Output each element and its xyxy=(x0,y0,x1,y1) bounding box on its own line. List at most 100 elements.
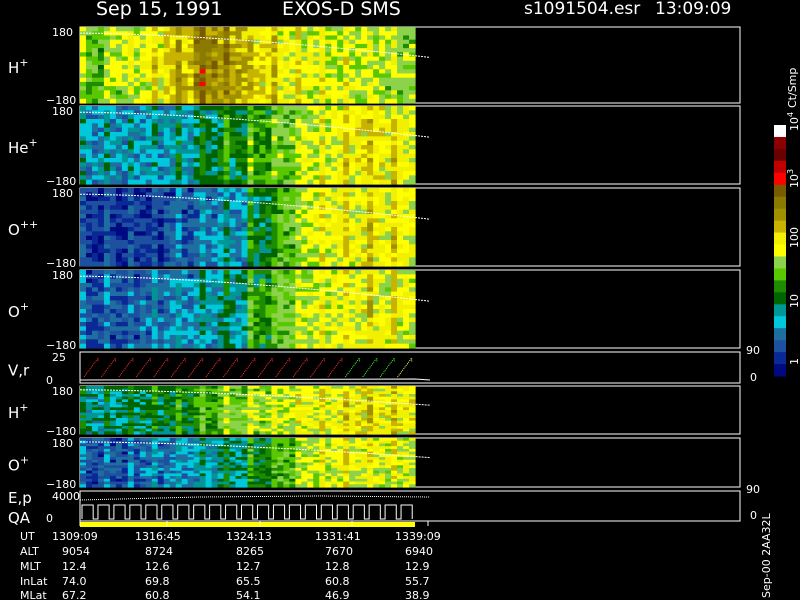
spectrogram-cell xyxy=(403,253,410,258)
spectrogram-cell xyxy=(151,188,159,193)
spectrogram-cell xyxy=(343,304,350,310)
spectrogram-cell xyxy=(199,39,207,45)
spectrogram-cell xyxy=(367,56,374,62)
spectrogram-cell xyxy=(367,244,374,250)
spectrogram-cell xyxy=(289,322,296,327)
spectrogram-cell xyxy=(145,270,153,275)
spectrogram-cell xyxy=(403,309,410,314)
spectrogram-cell xyxy=(241,114,249,120)
spectrogram-cell xyxy=(199,205,207,211)
spectrogram-cell xyxy=(109,330,117,336)
spectrogram-cell xyxy=(145,43,153,49)
spectrogram-cell xyxy=(313,153,320,159)
spectrogram-cell xyxy=(319,283,326,288)
spectrogram-cell xyxy=(331,214,338,219)
spectrogram-cell xyxy=(253,248,261,254)
spectrogram-cell xyxy=(241,106,249,111)
spectrogram-cell xyxy=(157,136,165,142)
spectrogram-cell xyxy=(265,227,273,232)
spectrogram-cell xyxy=(223,48,231,53)
spectrogram-cell xyxy=(181,330,189,336)
spectrogram-cell xyxy=(361,261,368,267)
spectrogram-cell xyxy=(241,81,249,87)
spectrogram-cell xyxy=(307,309,314,314)
spectrogram-cell xyxy=(397,31,404,37)
spectrogram-cell xyxy=(271,248,279,254)
spectrogram-cell xyxy=(97,77,105,83)
spectrogram-cell xyxy=(133,39,141,45)
spectrogram-cell xyxy=(211,166,219,172)
spectrogram-cell xyxy=(277,300,284,306)
spectrogram-cell xyxy=(205,31,213,37)
spectrogram-cell xyxy=(169,43,177,49)
spectrogram-cell xyxy=(157,296,165,301)
spectrogram-cell xyxy=(121,343,129,349)
spectrogram-cell xyxy=(181,309,189,314)
spectrogram-cell xyxy=(115,98,123,104)
spectrogram-cell xyxy=(169,330,177,336)
spectrogram-cell xyxy=(199,209,207,215)
spectrogram-cell xyxy=(307,81,314,87)
spectrogram-cell xyxy=(127,86,135,91)
spectrogram-cell xyxy=(379,326,386,332)
spectrogram-cell xyxy=(223,127,231,133)
spectrogram-cell xyxy=(85,317,93,323)
spectrogram-cell xyxy=(403,179,410,185)
spectrogram-cell xyxy=(103,65,111,70)
spectrogram-cell xyxy=(289,98,296,104)
spectrogram-cell xyxy=(235,69,243,75)
spectrogram-cell xyxy=(283,31,290,37)
spectrogram-cell xyxy=(409,192,416,198)
spectrogram-cell xyxy=(80,201,87,206)
spectrogram-cell xyxy=(403,248,410,254)
spectrogram-cell xyxy=(181,179,189,185)
spectrogram-cell xyxy=(80,65,87,70)
spectrogram-cell xyxy=(385,261,392,267)
spectrogram-cell xyxy=(193,127,201,133)
spectrogram-cell xyxy=(325,119,332,124)
spectrogram-cell xyxy=(379,106,386,111)
spectrogram-cell xyxy=(85,114,93,120)
spectrogram-cell xyxy=(397,313,404,319)
spectrogram-cell xyxy=(187,304,195,310)
spectrogram-cell xyxy=(157,240,165,245)
spectrogram-cell xyxy=(397,145,404,150)
spectrogram-cell xyxy=(103,227,111,232)
spectrogram-cell xyxy=(343,231,350,237)
spectrogram-cell xyxy=(367,171,374,176)
spectrogram-cell xyxy=(397,214,404,219)
spectrogram-cell xyxy=(343,278,350,284)
spectrogram-cell xyxy=(193,43,201,49)
spectrogram-cell xyxy=(331,235,338,241)
spectrogram-cell xyxy=(223,296,231,301)
spectrogram-cell xyxy=(325,27,332,32)
spectrogram-cell xyxy=(391,205,398,211)
spectrogram-cell xyxy=(283,300,290,306)
spectrogram-cell xyxy=(337,257,344,263)
spectrogram-cell xyxy=(175,110,183,116)
spectrogram-cell xyxy=(181,86,189,91)
spectrogram-cell xyxy=(361,274,368,280)
spectrogram-cell xyxy=(187,39,195,45)
spectrogram-cell xyxy=(139,98,147,104)
spectrogram-cell xyxy=(145,227,153,232)
spectrogram-cell xyxy=(145,94,153,100)
spectrogram-cell xyxy=(313,119,320,124)
spectrogram-cell xyxy=(109,248,117,254)
right-tick-bottom-label: 0 xyxy=(750,371,757,384)
spectrogram-cell xyxy=(229,136,237,142)
spectrogram-cell xyxy=(403,35,410,41)
spectrogram-cell xyxy=(80,335,87,340)
spectrogram-cell xyxy=(85,48,93,53)
spectrogram-cell xyxy=(283,248,290,254)
spectrogram-cell xyxy=(127,317,135,323)
spectrogram-cell xyxy=(157,132,165,137)
spectrogram-cell xyxy=(80,253,87,258)
spectrogram-cell xyxy=(301,248,308,254)
spectrogram-cell xyxy=(163,431,171,435)
spectrogram-cell xyxy=(169,313,177,319)
spectrogram-cell xyxy=(151,313,159,319)
spectrogram-cell xyxy=(115,231,123,237)
spectrogram-cell xyxy=(403,270,410,275)
spectrogram-cell xyxy=(193,205,201,211)
